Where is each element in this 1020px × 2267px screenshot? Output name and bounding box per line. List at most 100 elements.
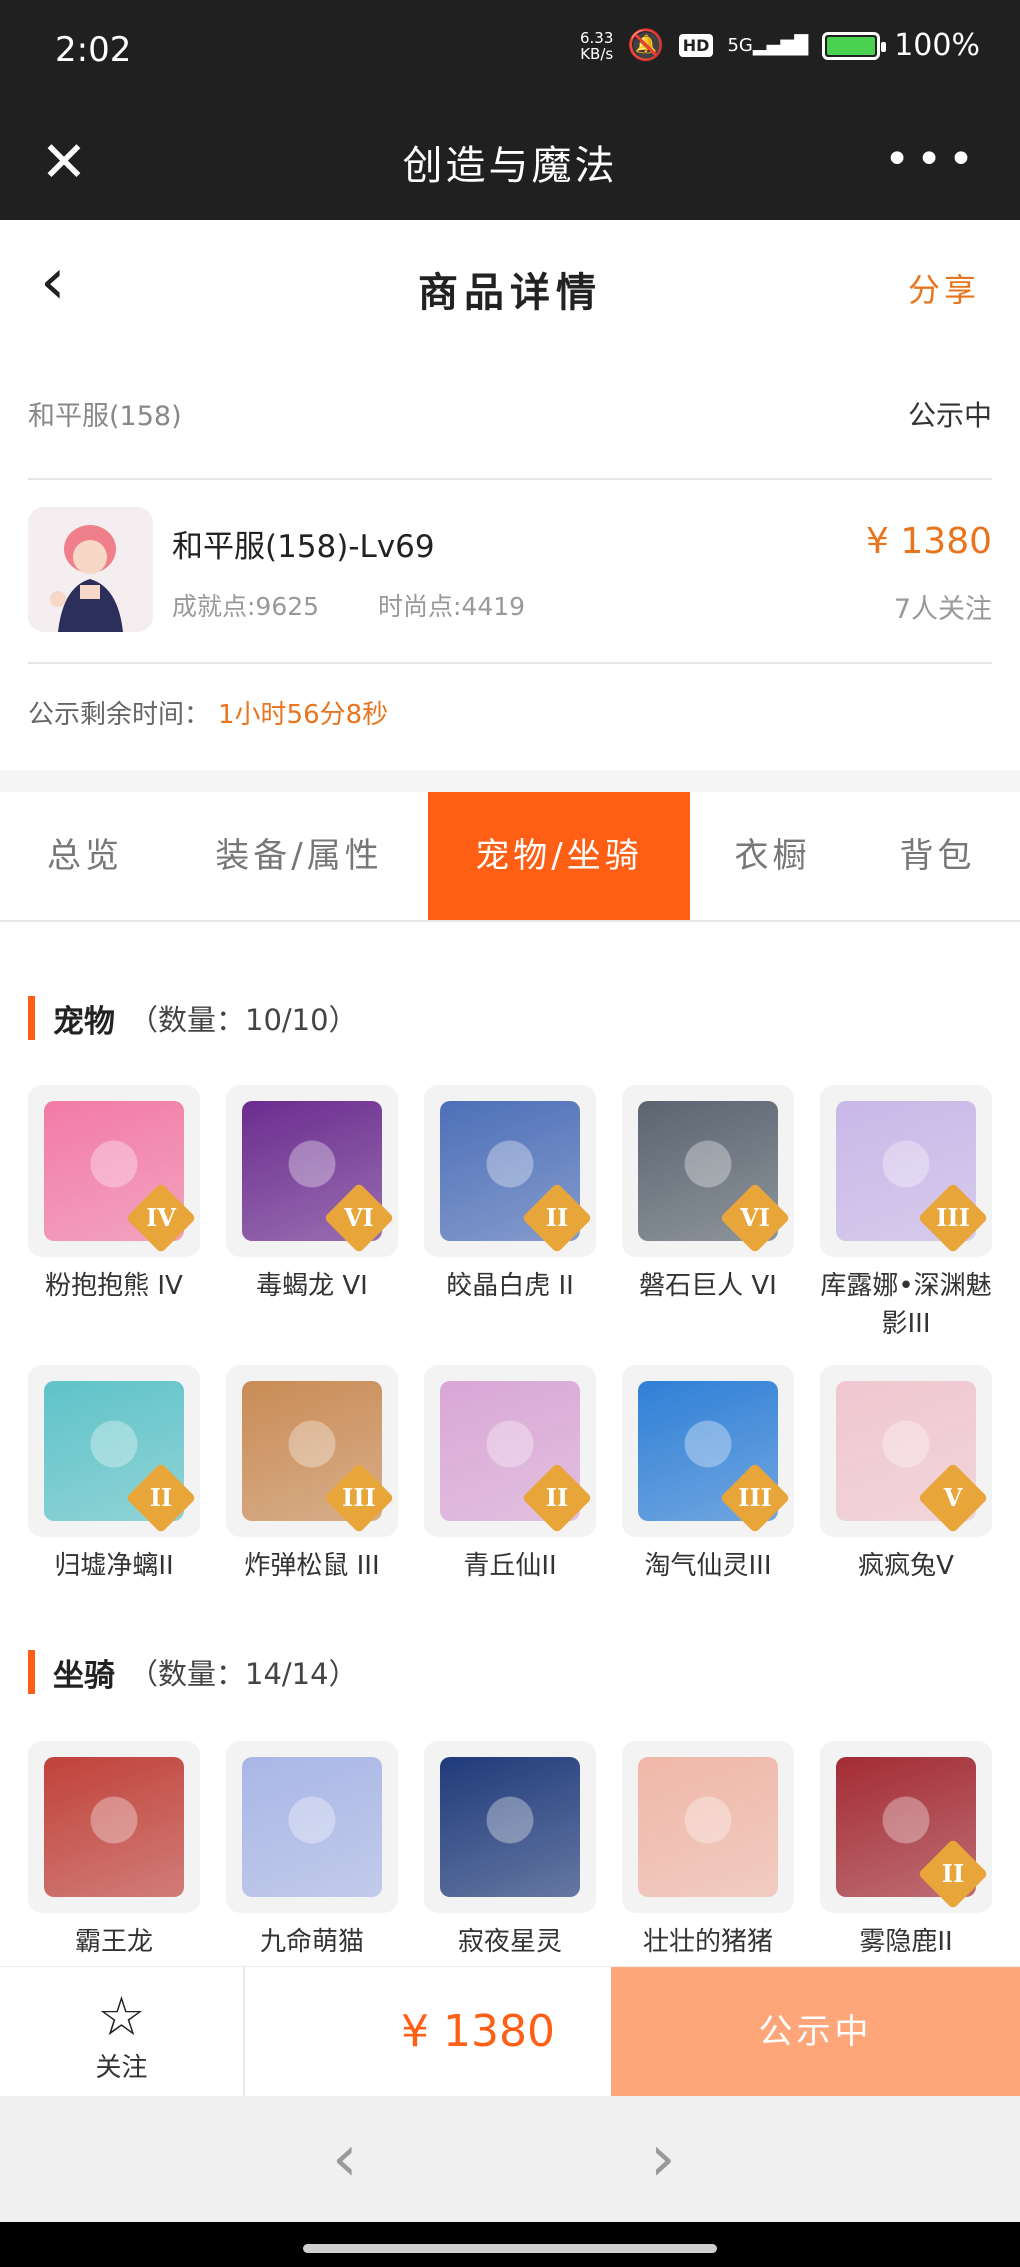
tab-overview[interactable]: 总览 (0, 792, 170, 920)
tab-backpack[interactable]: 背包 (855, 792, 1020, 920)
tab-equipment[interactable]: 装备/属性 (170, 792, 428, 920)
pet-name: 磐石巨人 VI (639, 1271, 777, 1301)
mount-card[interactable]: 寂夜星灵 (424, 1741, 596, 1961)
creature-art (44, 1757, 184, 1897)
mount-image (226, 1741, 398, 1913)
pet-card[interactable]: III 库露娜•深渊魅影III (820, 1085, 992, 1343)
mount-card[interactable]: 壮壮的猪猪 (622, 1741, 794, 1961)
battery-icon (822, 31, 887, 60)
tier-badge: III (917, 1182, 989, 1254)
countdown-value: 1小时56分8秒 (218, 700, 389, 730)
mount-card[interactable]: 九命萌猫 (226, 1741, 398, 1961)
tier-badge: II (521, 1182, 593, 1254)
tab-pets-mounts[interactable]: 宠物/坐骑 (428, 792, 690, 920)
pet-name: 淘气仙灵III (644, 1551, 772, 1581)
tab-wardrobe[interactable]: 衣橱 (690, 792, 855, 920)
pet-card[interactable]: III 炸弹松鼠 III (226, 1365, 398, 1585)
pet-name: 疯疯兔V (858, 1551, 954, 1581)
tier-badge: VI (719, 1182, 791, 1254)
page-title: 商品详情 (418, 270, 602, 316)
product-name: 和平服(158)-Lv69 (172, 529, 435, 565)
pet-card[interactable]: VI 毒蝎龙 VI (226, 1085, 398, 1343)
section-name: 宠物 (53, 1003, 115, 1040)
tier-badge: V (917, 1462, 989, 1534)
pet-name: 皎晶白虎 II (446, 1271, 574, 1301)
mount-image: II (820, 1741, 992, 1913)
listing-status: 公示中 (907, 399, 992, 432)
mounts-section-title: 坐骑 （数量：14/14） (28, 1650, 358, 1694)
home-indicator[interactable] (303, 2244, 717, 2253)
pet-card[interactable]: V 疯疯兔V (820, 1365, 992, 1585)
bottom-price: ¥ 1380 (401, 2006, 555, 2057)
more-icon[interactable]: ••• (884, 138, 980, 182)
nav-back-icon[interactable]: ‹ (332, 2122, 358, 2196)
pet-image: II (424, 1365, 596, 1537)
pet-name: 青丘仙II (463, 1551, 557, 1581)
achievement-points: 成就点:9625 (172, 592, 320, 621)
section-accent-bar (28, 1650, 35, 1694)
mount-name: 霸王龙 (74, 1927, 153, 1957)
pets-grid: IV 粉抱抱熊 IV VI 毒蝎龙 VI II 皎晶白虎 II VI 磐石巨人 VI III 库露… (28, 1085, 992, 1585)
product-price: ¥ 1380 (866, 521, 992, 562)
follower-count: 7人关注 (893, 594, 992, 625)
pet-card[interactable]: II 皎晶白虎 II (424, 1085, 596, 1343)
pet-card[interactable]: III 淘气仙灵III (622, 1365, 794, 1585)
pet-name: 归墟净螭II (54, 1551, 174, 1581)
pet-name: 炸弹松鼠 III (244, 1551, 380, 1581)
divider (28, 662, 992, 664)
pet-image: IV (28, 1085, 200, 1257)
share-button[interactable]: 分享 (908, 265, 980, 311)
browser-nav-bar: ‹ › (0, 2096, 1020, 2222)
bottom-action-bar: ☆ 关注 ¥ 1380 公示中 (0, 1966, 1020, 2097)
divider (28, 478, 992, 480)
star-icon: ☆ (97, 1985, 146, 2048)
pet-image: V (820, 1365, 992, 1537)
mounts-grid: 霸王龙 九命萌猫 寂夜星灵 壮壮的猪猪 II 雾隐鹿II (28, 1741, 992, 1961)
creature-art (440, 1757, 580, 1897)
pets-section-title: 宠物 （数量：10/10） (28, 996, 358, 1040)
mount-image (424, 1741, 596, 1913)
pet-card[interactable]: VI 磐石巨人 VI (622, 1085, 794, 1343)
mount-name: 寂夜星灵 (457, 1927, 562, 1957)
network-speed: 6.33 KB/s (580, 28, 614, 63)
pet-card[interactable]: II 青丘仙II (424, 1365, 596, 1585)
creature-art (638, 1757, 778, 1897)
tier-badge: III (323, 1462, 395, 1534)
pet-card[interactable]: II 归墟净螭II (28, 1365, 200, 1585)
tier-badge: VI (323, 1182, 395, 1254)
page-header: ‹ 商品详情 分享 (0, 220, 1020, 350)
follow-button[interactable]: ☆ 关注 (0, 1967, 243, 2097)
mount-image (28, 1741, 200, 1913)
pet-card[interactable]: IV 粉抱抱熊 IV (28, 1085, 200, 1343)
mount-image (622, 1741, 794, 1913)
section-count: （数量：14/14） (129, 1657, 358, 1691)
pet-image: VI (226, 1085, 398, 1257)
signal-icon: 5G▂▄▆█ (727, 35, 809, 56)
hd-icon: HD (678, 34, 714, 57)
publicity-button[interactable]: 公示中 (611, 1967, 1020, 2097)
bell-muted-icon: 🔕 (627, 28, 665, 63)
pet-image: III (226, 1365, 398, 1537)
nav-forward-icon[interactable]: › (650, 2122, 676, 2196)
tier-badge: IV (125, 1182, 197, 1254)
pet-name: 毒蝎龙 VI (256, 1271, 368, 1301)
tier-badge: III (719, 1462, 791, 1534)
pet-image: III (622, 1365, 794, 1537)
mount-card[interactable]: II 雾隐鹿II (820, 1741, 992, 1961)
status-time: 2:02 (55, 30, 132, 70)
section-accent-bar (28, 996, 35, 1040)
pet-image: III (820, 1085, 992, 1257)
section-count: （数量：10/10） (129, 1003, 358, 1037)
countdown-row: 公示剩余时间： 1小时56分8秒 (28, 694, 388, 731)
fashion-points: 时尚点:4419 (378, 592, 526, 621)
pet-name: 库露娜•深渊魅影III (820, 1271, 992, 1339)
battery-percent: 100% (894, 28, 980, 63)
status-icons: 6.33 KB/s 🔕 HD 5G▂▄▆█ 100% (580, 28, 980, 63)
product-summary[interactable]: 和平服(158)-Lv69 成就点:9625 时尚点:4419 ¥ 1380 7… (28, 505, 992, 635)
follow-label: 关注 (95, 2053, 148, 2083)
server-row: 和平服(158) 公示中 (28, 390, 992, 440)
mount-card[interactable]: 霸王龙 (28, 1741, 200, 1961)
section-gap (0, 770, 1020, 792)
tier-badge: II (917, 1838, 989, 1910)
section-name: 坐骑 (53, 1657, 115, 1694)
